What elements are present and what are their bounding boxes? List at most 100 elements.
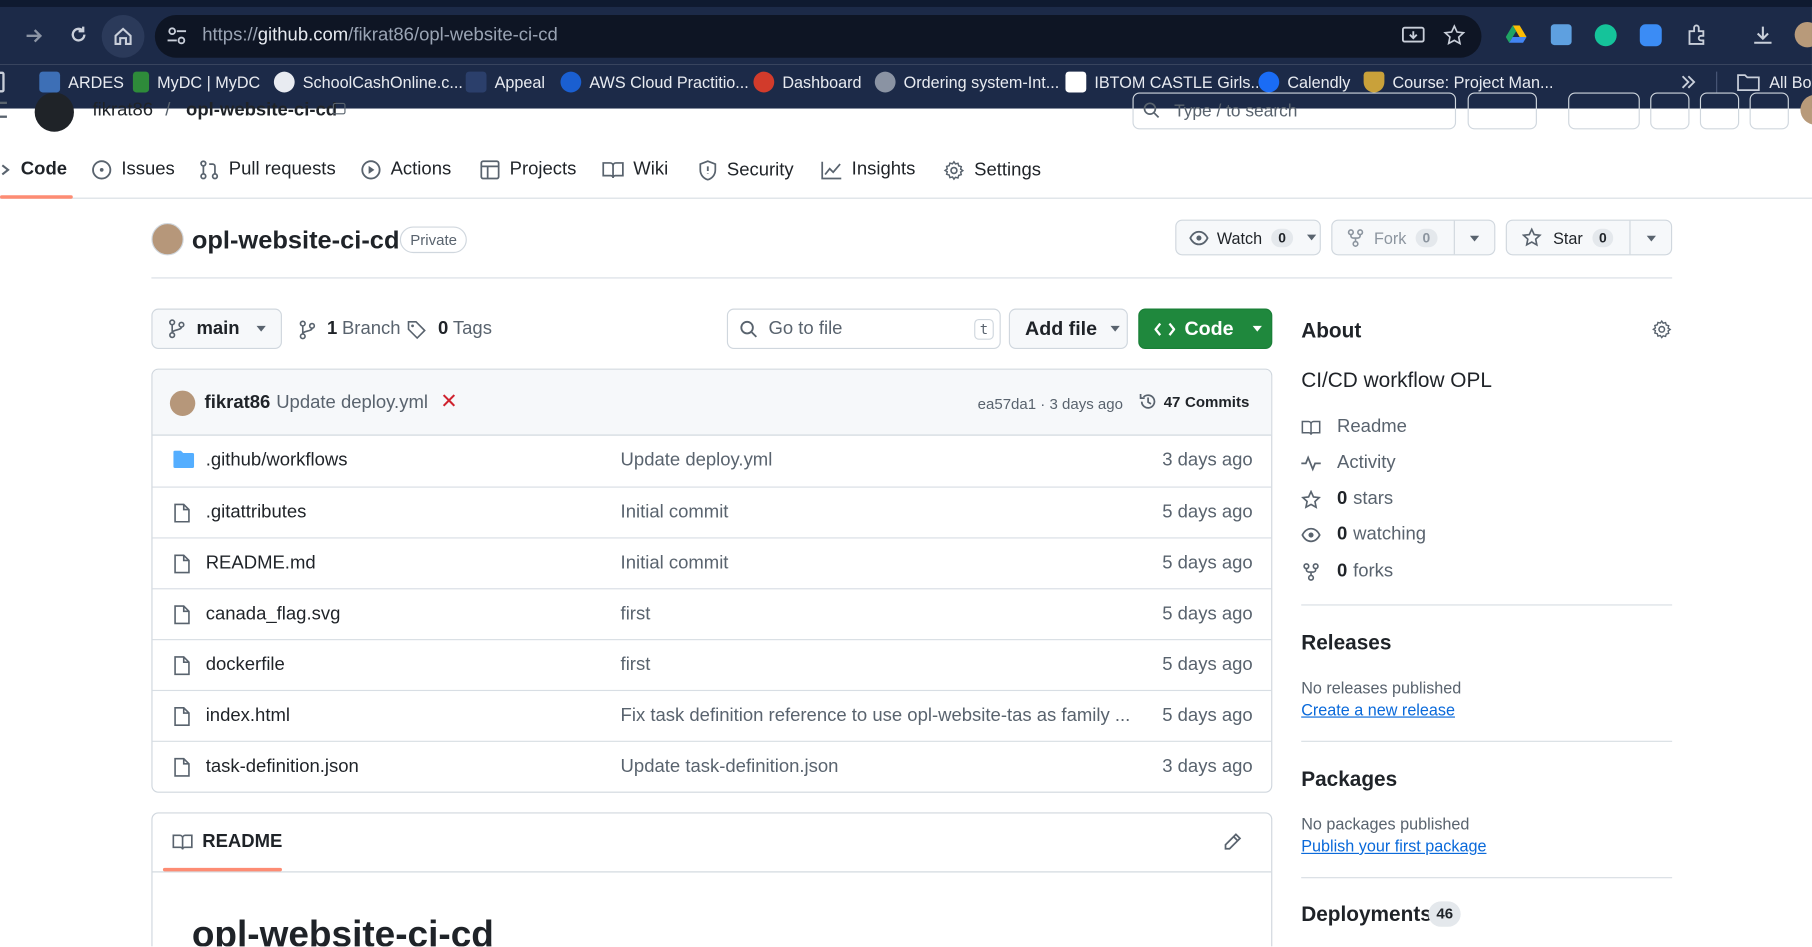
table-row[interactable]: dockerfile first 5 days ago xyxy=(152,639,1272,690)
repo-title[interactable]: opl-website-ci-cd xyxy=(192,225,400,255)
copilot-button[interactable] xyxy=(1467,92,1537,130)
github-logo-icon[interactable] xyxy=(34,92,74,132)
cloud-extension-icon[interactable] xyxy=(1639,24,1662,47)
file-commit-message[interactable]: Initial commit xyxy=(621,554,729,575)
search-input[interactable]: Type / to search xyxy=(1132,92,1457,130)
tab-settings[interactable]: Settings xyxy=(943,159,1041,181)
commit-hash-time[interactable]: ea57da1 · 3 days ago xyxy=(978,395,1123,412)
add-file-button[interactable]: Add file xyxy=(1008,308,1128,349)
readme-tab[interactable]: README xyxy=(172,832,282,853)
install-app-icon[interactable] xyxy=(1401,25,1425,46)
tab-issues[interactable]: Issues xyxy=(91,159,175,180)
star-button[interactable]: Star 0 xyxy=(1505,219,1673,256)
packages-title[interactable]: Packages xyxy=(1301,767,1397,791)
branches-link[interactable]: 1 Branch xyxy=(299,319,401,340)
tab-actions[interactable]: Actions xyxy=(361,159,451,180)
search-icon xyxy=(1143,102,1160,119)
bookmark-ordering[interactable]: Ordering system-Int... xyxy=(874,71,1059,93)
bookmark-aws[interactable]: AWS Cloud Practitio... xyxy=(560,71,749,93)
table-row[interactable]: .github/workflows Update deploy.yml 3 da… xyxy=(153,436,1272,487)
bookmark-ibtom[interactable]: IBTOM CASTLE Girls... xyxy=(1065,71,1264,93)
file-name[interactable]: .gitattributes xyxy=(206,503,307,524)
home-button[interactable] xyxy=(101,15,145,58)
file-commit-message[interactable]: Update deploy.yml xyxy=(621,451,773,472)
table-row[interactable]: .gitattributes Initial commit 5 days ago xyxy=(152,486,1272,538)
table-row[interactable]: canada_flag.svg first 5 days ago xyxy=(152,588,1272,639)
commit-status-failed-icon[interactable]: ✕ xyxy=(440,389,457,413)
tab-code[interactable]: Code xyxy=(0,159,67,180)
releases-title[interactable]: Releases xyxy=(1301,631,1391,655)
file-name[interactable]: task-definition.json xyxy=(206,757,359,778)
repo-link[interactable]: opl-website-ci-cd xyxy=(186,101,337,122)
watch-button[interactable]: Watch 0 xyxy=(1175,219,1321,256)
file-commit-message[interactable]: Initial commit xyxy=(621,503,729,524)
commit-author-avatar[interactable] xyxy=(169,390,196,417)
activity-link[interactable]: Activity xyxy=(1301,453,1396,474)
create-release-link[interactable]: Create a new release xyxy=(1301,700,1455,718)
commits-history-link[interactable]: 47 Commits xyxy=(1138,392,1249,412)
tab-pull-requests[interactable]: Pull requests xyxy=(199,159,336,180)
watching-link[interactable]: 0 watching xyxy=(1301,525,1426,546)
apps-icon[interactable] xyxy=(0,71,5,93)
branch-selector[interactable]: main xyxy=(151,308,282,349)
forks-link[interactable]: 0 forks xyxy=(1301,562,1393,583)
tab-projects[interactable]: Projects xyxy=(480,159,576,180)
fork-button[interactable]: Fork 0 xyxy=(1331,219,1496,256)
forward-icon[interactable] xyxy=(23,25,44,46)
deployments-title[interactable]: Deployments xyxy=(1301,903,1432,927)
download-icon[interactable] xyxy=(1752,24,1774,46)
grammarly-icon[interactable] xyxy=(1594,24,1617,47)
commit-author[interactable]: fikrat86 xyxy=(205,393,271,414)
all-bookmarks-folder[interactable]: All Boo xyxy=(1737,72,1812,93)
file-commit-message[interactable]: Fix task definition reference to use opl… xyxy=(621,706,1131,727)
bookmark-course[interactable]: Course: Project Man... xyxy=(1363,71,1553,93)
file-name[interactable]: dockerfile xyxy=(206,655,285,676)
bookmark-mydc[interactable]: MyDC | MyDC xyxy=(132,71,260,93)
reload-icon[interactable] xyxy=(68,24,89,45)
drive-extension-icon[interactable] xyxy=(1505,25,1527,43)
file-commit-message[interactable]: Update task-definition.json xyxy=(621,757,839,778)
code-button[interactable]: Code xyxy=(1138,308,1273,349)
table-row[interactable]: task-definition.json Update task-definit… xyxy=(152,740,1272,792)
tab-wiki[interactable]: Wiki xyxy=(602,159,668,180)
commit-message[interactable]: Update deploy.yml xyxy=(276,393,428,414)
publish-package-link[interactable]: Publish your first package xyxy=(1301,837,1486,855)
menu-icon[interactable] xyxy=(0,101,7,118)
bookmark-appeal[interactable]: Appeal xyxy=(465,71,545,93)
file-commit-message[interactable]: first xyxy=(621,604,651,625)
bookmark-star-icon[interactable] xyxy=(1443,24,1466,46)
create-new-button[interactable] xyxy=(1568,92,1640,130)
url-text[interactable]: https://github.com/fikrat86/opl-website-… xyxy=(202,25,558,46)
table-row[interactable]: index.html Fix task definition reference… xyxy=(152,689,1272,741)
tags-link[interactable]: 0 Tags xyxy=(407,319,492,340)
bookmark-calendly[interactable]: Calendly xyxy=(1258,71,1350,93)
about-settings-gear-icon[interactable] xyxy=(1651,319,1672,340)
file-commit-message[interactable]: first xyxy=(621,655,651,676)
path-separator: / xyxy=(165,100,171,121)
tab-security[interactable]: Security xyxy=(698,159,794,181)
edit-pencil-icon[interactable] xyxy=(1223,832,1243,852)
translate-extension-icon[interactable] xyxy=(1550,24,1572,46)
readme-link[interactable]: Readme xyxy=(1301,417,1407,438)
file-name[interactable]: canada_flag.svg xyxy=(206,604,341,625)
inbox-button[interactable] xyxy=(1749,92,1789,130)
go-to-file-input[interactable]: Go to file t xyxy=(726,308,1001,349)
bookmark-schoolcash[interactable]: SchoolCashOnline.c... xyxy=(273,71,463,93)
file-name[interactable]: .github/workflows xyxy=(206,451,348,472)
file-name[interactable]: index.html xyxy=(206,706,290,727)
table-row[interactable]: README.md Initial commit 5 days ago xyxy=(152,537,1272,588)
tab-insights[interactable]: Insights xyxy=(820,159,915,180)
bookmark-favicon xyxy=(132,71,150,93)
file-name[interactable]: README.md xyxy=(206,554,316,575)
more-bookmarks-icon[interactable] xyxy=(1680,72,1696,93)
extensions-icon[interactable] xyxy=(1686,24,1708,46)
bookmark-ardes[interactable]: ARDES xyxy=(39,71,124,93)
pull-requests-button[interactable] xyxy=(1699,92,1740,130)
owner-avatar[interactable] xyxy=(151,223,184,256)
fork-icon xyxy=(1347,228,1364,247)
stars-link[interactable]: 0 stars xyxy=(1301,489,1393,510)
owner-link[interactable]: fikrat86 xyxy=(92,101,153,122)
bookmark-dashboard[interactable]: Dashboard xyxy=(753,71,861,93)
site-info-icon[interactable] xyxy=(166,27,187,45)
issues-button[interactable] xyxy=(1650,92,1690,130)
